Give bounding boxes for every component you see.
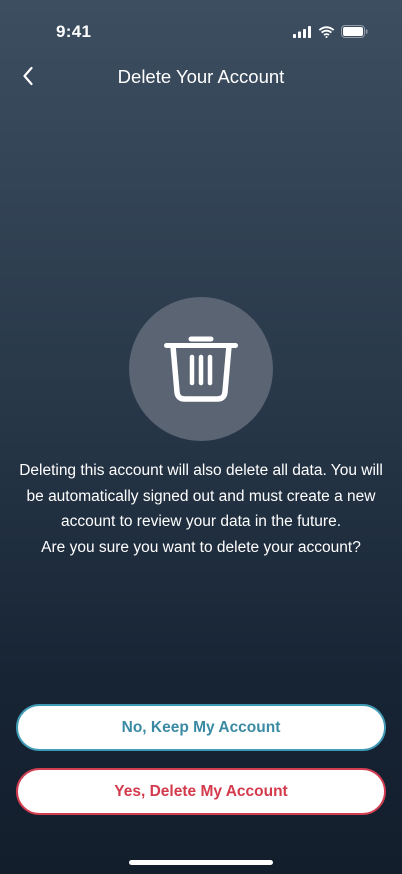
cellular-signal-icon	[293, 25, 312, 38]
home-indicator[interactable]	[129, 860, 273, 865]
delete-account-button[interactable]: Yes, Delete My Account	[16, 768, 386, 815]
delete-account-screen: 9:41 Delete Your Account Deleting this a…	[0, 0, 402, 874]
page-title: Delete Your Account	[117, 66, 285, 87]
status-bar: 9:41	[0, 0, 402, 60]
warning-text: Deleting this account will also delete a…	[19, 462, 383, 530]
status-time: 9:41	[56, 22, 92, 41]
trash-icon-badge	[129, 297, 273, 441]
wifi-icon	[318, 25, 335, 38]
battery-icon	[341, 25, 368, 38]
trash-icon	[163, 329, 239, 410]
status-icons	[293, 25, 368, 38]
warning-message: Deleting this account will also delete a…	[12, 458, 390, 560]
confirmation-question: Are you sure you want to delete your acc…	[41, 538, 361, 556]
navigation-bar: Delete Your Account	[0, 56, 402, 100]
keep-account-button[interactable]: No, Keep My Account	[16, 704, 386, 751]
